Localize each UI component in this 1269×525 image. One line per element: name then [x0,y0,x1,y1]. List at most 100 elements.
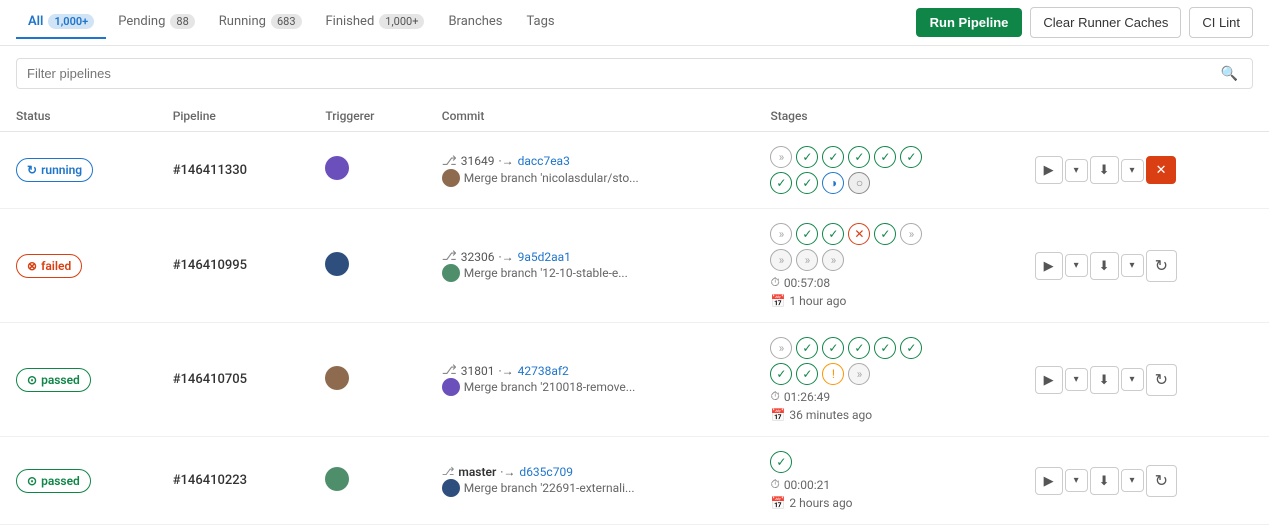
status-badge: ↻ running [16,158,93,182]
stage-icon-failed[interactable]: ✕ [848,223,870,245]
pipeline-id[interactable]: #146410223 [173,473,247,488]
commit-hash-link[interactable]: d635c709 [519,465,573,479]
status-label: passed [41,373,80,387]
tab-finished[interactable]: Finished1,000+ [314,6,437,39]
play-button[interactable]: ▶ [1035,156,1063,184]
commit-ref-row: ⎇ 32306 ·→ 9a5d2aa1 [442,249,739,264]
stage-icon-success[interactable]: ✓ [822,337,844,359]
stage-icon-skipped[interactable]: » [770,249,792,271]
stages-row-1: »✓✓✓✓✓ [770,146,1002,168]
search-input[interactable] [27,66,1209,81]
stage-icon-success[interactable]: ✓ [900,146,922,168]
stage-icon-pending[interactable]: » [770,146,792,168]
chevron-down-icon-2: ▾ [1130,374,1135,385]
play-button[interactable]: ▶ [1035,366,1063,394]
stage-icon-running[interactable]: ◑ [822,172,844,194]
col-triggerer: Triggerer [309,101,425,132]
download-dropdown-button[interactable]: ▾ [1121,368,1144,391]
run-pipeline-button[interactable]: Run Pipeline [916,8,1023,37]
stage-icon-success[interactable]: ✓ [848,146,870,168]
avatar [325,156,349,180]
pipeline-id[interactable]: #146410995 [173,258,247,273]
stage-icon-manual[interactable]: ○ [848,172,870,194]
commit-ref-row: ⎇ master ·→ d635c709 [442,465,739,479]
download-dropdown-button[interactable]: ▾ [1121,469,1144,492]
row-actions: ▶ ▾ ⬇ ▾✕ [1035,156,1253,184]
download-dropdown-button[interactable]: ▾ [1121,159,1144,182]
stage-icon-warning[interactable]: ! [822,363,844,385]
branch-name[interactable]: master [458,465,496,479]
stage-icon-success[interactable]: ✓ [900,337,922,359]
tab-branches[interactable]: Branches [436,6,514,39]
stage-icon-pending[interactable]: » [770,337,792,359]
clear-runner-caches-button[interactable]: Clear Runner Caches [1030,7,1181,38]
committer-avatar [442,378,460,396]
ci-lint-button[interactable]: CI Lint [1189,7,1253,38]
duration: ⏱ 00:00:21 [770,477,1002,492]
cell-actions: ▶ ▾ ⬇ ▾↻ [1019,437,1269,525]
cell-triggerer [309,437,425,525]
cell-stages: »✓✓✓✓✓✓✓!» ⏱ 01:26:49 📅 36 minutes ago [754,323,1018,437]
stage-icon-success[interactable]: ✓ [770,172,792,194]
commit-hash-link[interactable]: 9a5d2aa1 [518,250,571,264]
play-dropdown-button[interactable]: ▾ [1065,254,1088,277]
play-dropdown-button[interactable]: ▾ [1065,469,1088,492]
duration: ⏱ 01:26:49 [770,389,1002,404]
pipeline-id[interactable]: #146411330 [173,163,247,178]
retry-button[interactable]: ↻ [1146,364,1177,396]
cell-commit: ⎇ 31649 ·→ dacc7ea3 Merge branch 'nicola… [426,132,755,209]
commit-message-text: Merge branch '12-10-stable-e... [464,266,628,280]
stage-icon-success[interactable]: ✓ [874,337,896,359]
status-icon: ↻ [27,163,37,177]
stage-icon-success[interactable]: ✓ [822,146,844,168]
duration: ⏱ 00:57:08 [770,275,1002,290]
tab-label-running: Running [219,14,266,29]
search-button[interactable]: 🔍 [1217,65,1242,82]
stage-icon-success[interactable]: ✓ [874,146,896,168]
stage-icon-success[interactable]: ✓ [822,223,844,245]
stage-icon-success[interactable]: ✓ [848,337,870,359]
cell-triggerer [309,323,425,437]
stage-icon-pending[interactable]: » [900,223,922,245]
cancel-button[interactable]: ✕ [1146,156,1177,184]
cell-pipeline: #146411330 [157,132,310,209]
tab-badge-finished: 1,000+ [379,14,424,29]
play-button[interactable]: ▶ [1035,252,1063,280]
download-button[interactable]: ⬇ [1090,366,1119,394]
play-button[interactable]: ▶ [1035,467,1063,495]
top-actions: Run Pipeline Clear Runner Caches CI Lint [916,7,1253,38]
stage-icon-skipped[interactable]: » [848,363,870,385]
commit-hash-link[interactable]: dacc7ea3 [518,154,570,168]
stage-icon-success[interactable]: ✓ [796,172,818,194]
tab-all[interactable]: All1,000+ [16,6,106,39]
tab-pending[interactable]: Pending88 [106,6,207,39]
stage-icon-success[interactable]: ✓ [770,363,792,385]
download-dropdown-button[interactable]: ▾ [1121,254,1144,277]
pipeline-id[interactable]: #146410705 [173,372,247,387]
stage-icon-success[interactable]: ✓ [796,223,818,245]
stage-icon-success[interactable]: ✓ [796,363,818,385]
avatar [325,252,349,276]
stage-icon-success[interactable]: ✓ [796,146,818,168]
status-icon: ⊙ [27,474,37,488]
tab-tags[interactable]: Tags [515,6,567,39]
download-button[interactable]: ⬇ [1090,252,1119,280]
download-button[interactable]: ⬇ [1090,156,1119,184]
play-dropdown-button[interactable]: ▾ [1065,159,1088,182]
stage-icon-success[interactable]: ✓ [874,223,896,245]
stage-icon-skipped[interactable]: » [796,249,818,271]
stage-icon-skipped[interactable]: » [822,249,844,271]
col-stages: Stages [754,101,1018,132]
retry-button[interactable]: ↻ [1146,465,1177,497]
pipeline-meta: ⏱ 01:26:49 📅 36 minutes ago [770,389,1002,422]
stage-icon-success[interactable]: ✓ [796,337,818,359]
retry-button[interactable]: ↻ [1146,250,1177,282]
col-status: Status [0,101,157,132]
stage-icon-success[interactable]: ✓ [770,451,792,473]
commit-hash-link[interactable]: 42738af2 [518,364,569,378]
tab-running[interactable]: Running683 [207,6,314,39]
download-button[interactable]: ⬇ [1090,467,1119,495]
play-dropdown-button[interactable]: ▾ [1065,368,1088,391]
stages-row-2: ✓✓◑○ [770,172,1002,194]
stage-icon-pending[interactable]: » [770,223,792,245]
